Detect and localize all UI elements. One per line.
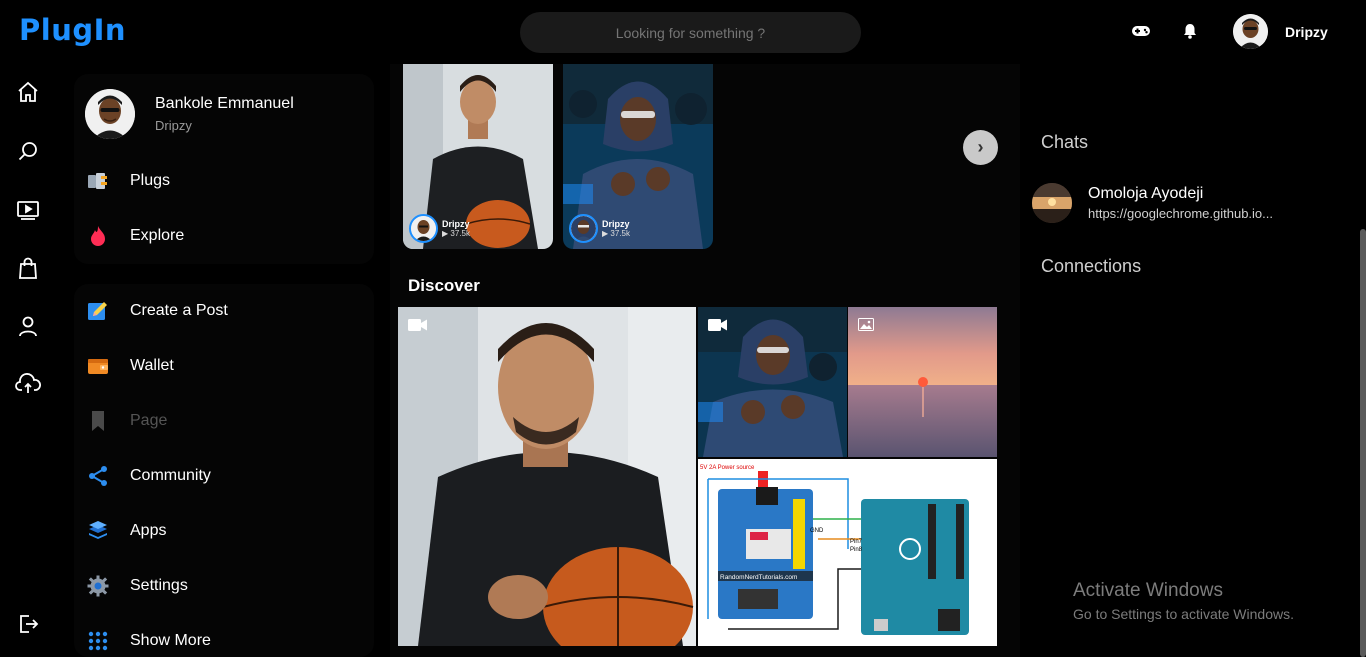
avatar [85,89,135,139]
story-card[interactable]: Dripzy ▶ 37.5k [403,64,553,249]
chats-heading: Chats [1041,132,1089,152]
diagram-pin8-label: Pin8 [850,547,863,553]
sidebar-item-create-post[interactable]: Create a Post [86,299,228,323]
user-menu[interactable]: Dripzy [1233,14,1328,49]
sidebar-item-plugs[interactable]: Plugs [86,169,170,193]
sidebar-item-apps[interactable]: Apps [86,519,166,543]
scrollbar[interactable] [1360,229,1366,657]
header-username: Dripzy [1285,23,1328,40]
story-author: Dripzy [442,219,470,229]
menu-card: Create a Post Wallet Page Community Apps… [74,284,374,657]
home-icon[interactable] [14,78,42,106]
top-bar: PlugIn Dripzy [0,0,1366,64]
image-icon [858,318,874,336]
tile-image [398,307,696,646]
app-logo[interactable]: PlugIn [19,13,126,47]
story-card[interactable]: Dripzy ▶ 37.5k [563,64,713,249]
right-panel: Chats Omoloja Ayodeji https://googlechro… [1020,64,1366,657]
sidebar-item-wallet[interactable]: Wallet [86,354,174,378]
search-input[interactable] [520,12,861,53]
avatar [569,214,598,243]
sidebar-item-label: Plugs [130,172,171,189]
sidebar-item-page[interactable]: Page [86,409,167,433]
plugs-icon [86,169,110,193]
main-feed: Dripzy ▶ 37.5k Dripzy ▶ 37.5k › Discover… [390,64,1020,657]
wallet-icon [86,354,110,378]
profile-handle: Dripzy [155,118,192,133]
sidebar-item-label: Apps [130,522,167,539]
chat-contact-name: Omoloja Ayodeji [1088,185,1204,202]
bookmark-icon [86,409,110,433]
gear-icon [86,574,110,598]
chevron-right-icon: › [977,137,984,157]
profile-card: Bankole Emmanuel Dripzy Plugs Explore [74,74,374,264]
sidebar-item-label: Explore [130,227,185,244]
share-nodes-icon [86,464,110,488]
video-camera-icon [408,318,428,337]
tile-image: 5V 2A Power source RandomNerdTutorials.c… [698,459,997,646]
sidebar-item-label: Wallet [130,357,174,374]
sidebar-item-settings[interactable]: Settings [86,574,188,598]
story-views: ▶ 37.5k [602,229,630,238]
sidebar-item-label: Page [130,412,168,429]
connections-heading: Connections [1041,256,1142,276]
chat-item[interactable]: Omoloja Ayodeji https://googlechrome.git… [1032,183,1273,223]
sidebar-item-label: Community [130,467,211,484]
watermark-title: Activate Windows [1073,580,1223,601]
story-views: ▶ 37.5k [442,229,470,238]
diagram-gnd-label: GND [810,528,824,534]
story-meta: Dripzy ▶ 37.5k [569,214,630,243]
story-views-count: 37.5k [450,229,470,238]
sidebar-item-explore[interactable]: Explore [86,224,184,248]
sidebar-item-show-more[interactable]: Show More [86,629,211,653]
profile-name: Bankole Emmanuel [155,95,294,112]
discover-tile[interactable] [398,307,696,646]
layers-icon [86,519,110,543]
avatar [1233,14,1268,49]
cloud-upload-icon[interactable] [14,370,42,398]
flame-icon [86,224,110,248]
gamepad-icon[interactable] [1130,20,1152,42]
sidebar-item-label: Create a Post [130,302,228,319]
sidebar-item-label: Settings [130,577,188,594]
logout-icon[interactable] [14,610,42,638]
windows-activation-watermark: Activate Windows Go to Settings to activ… [1073,580,1294,622]
story-meta: Dripzy ▶ 37.5k [409,214,470,243]
user-icon[interactable] [14,312,42,340]
profile-summary[interactable]: Bankole Emmanuel Dripzy [85,89,294,139]
icon-rail [0,64,56,657]
story-author: Dripzy [602,219,630,229]
stories-next-button[interactable]: › [963,130,998,165]
avatar [409,214,438,243]
discover-tile[interactable] [698,307,847,457]
discover-heading: Discover [408,276,480,295]
diagram-title: 5V 2A Power source [700,465,755,471]
watermark-subtitle: Go to Settings to activate Windows. [1073,606,1294,622]
diagram-pin7-label: Pin7 [850,539,863,545]
shopping-bag-icon[interactable] [14,254,42,282]
video-camera-icon [708,318,728,337]
sidebar-item-label: Show More [130,632,211,649]
search-icon[interactable] [14,137,42,165]
video-icon[interactable] [14,195,42,223]
sidebar-item-community[interactable]: Community [86,464,211,488]
discover-tile[interactable] [848,307,997,457]
grid-dots-icon [86,629,110,653]
avatar [1032,183,1072,223]
bell-icon[interactable] [1179,20,1201,42]
chat-last-message: https://googlechrome.github.io... [1088,206,1274,221]
story-views-count: 37.5k [610,229,630,238]
edit-icon [86,299,110,323]
diagram-credit: RandomNerdTutorials.com [720,574,797,581]
discover-tile[interactable]: 5V 2A Power source RandomNerdTutorials.c… [698,459,997,646]
